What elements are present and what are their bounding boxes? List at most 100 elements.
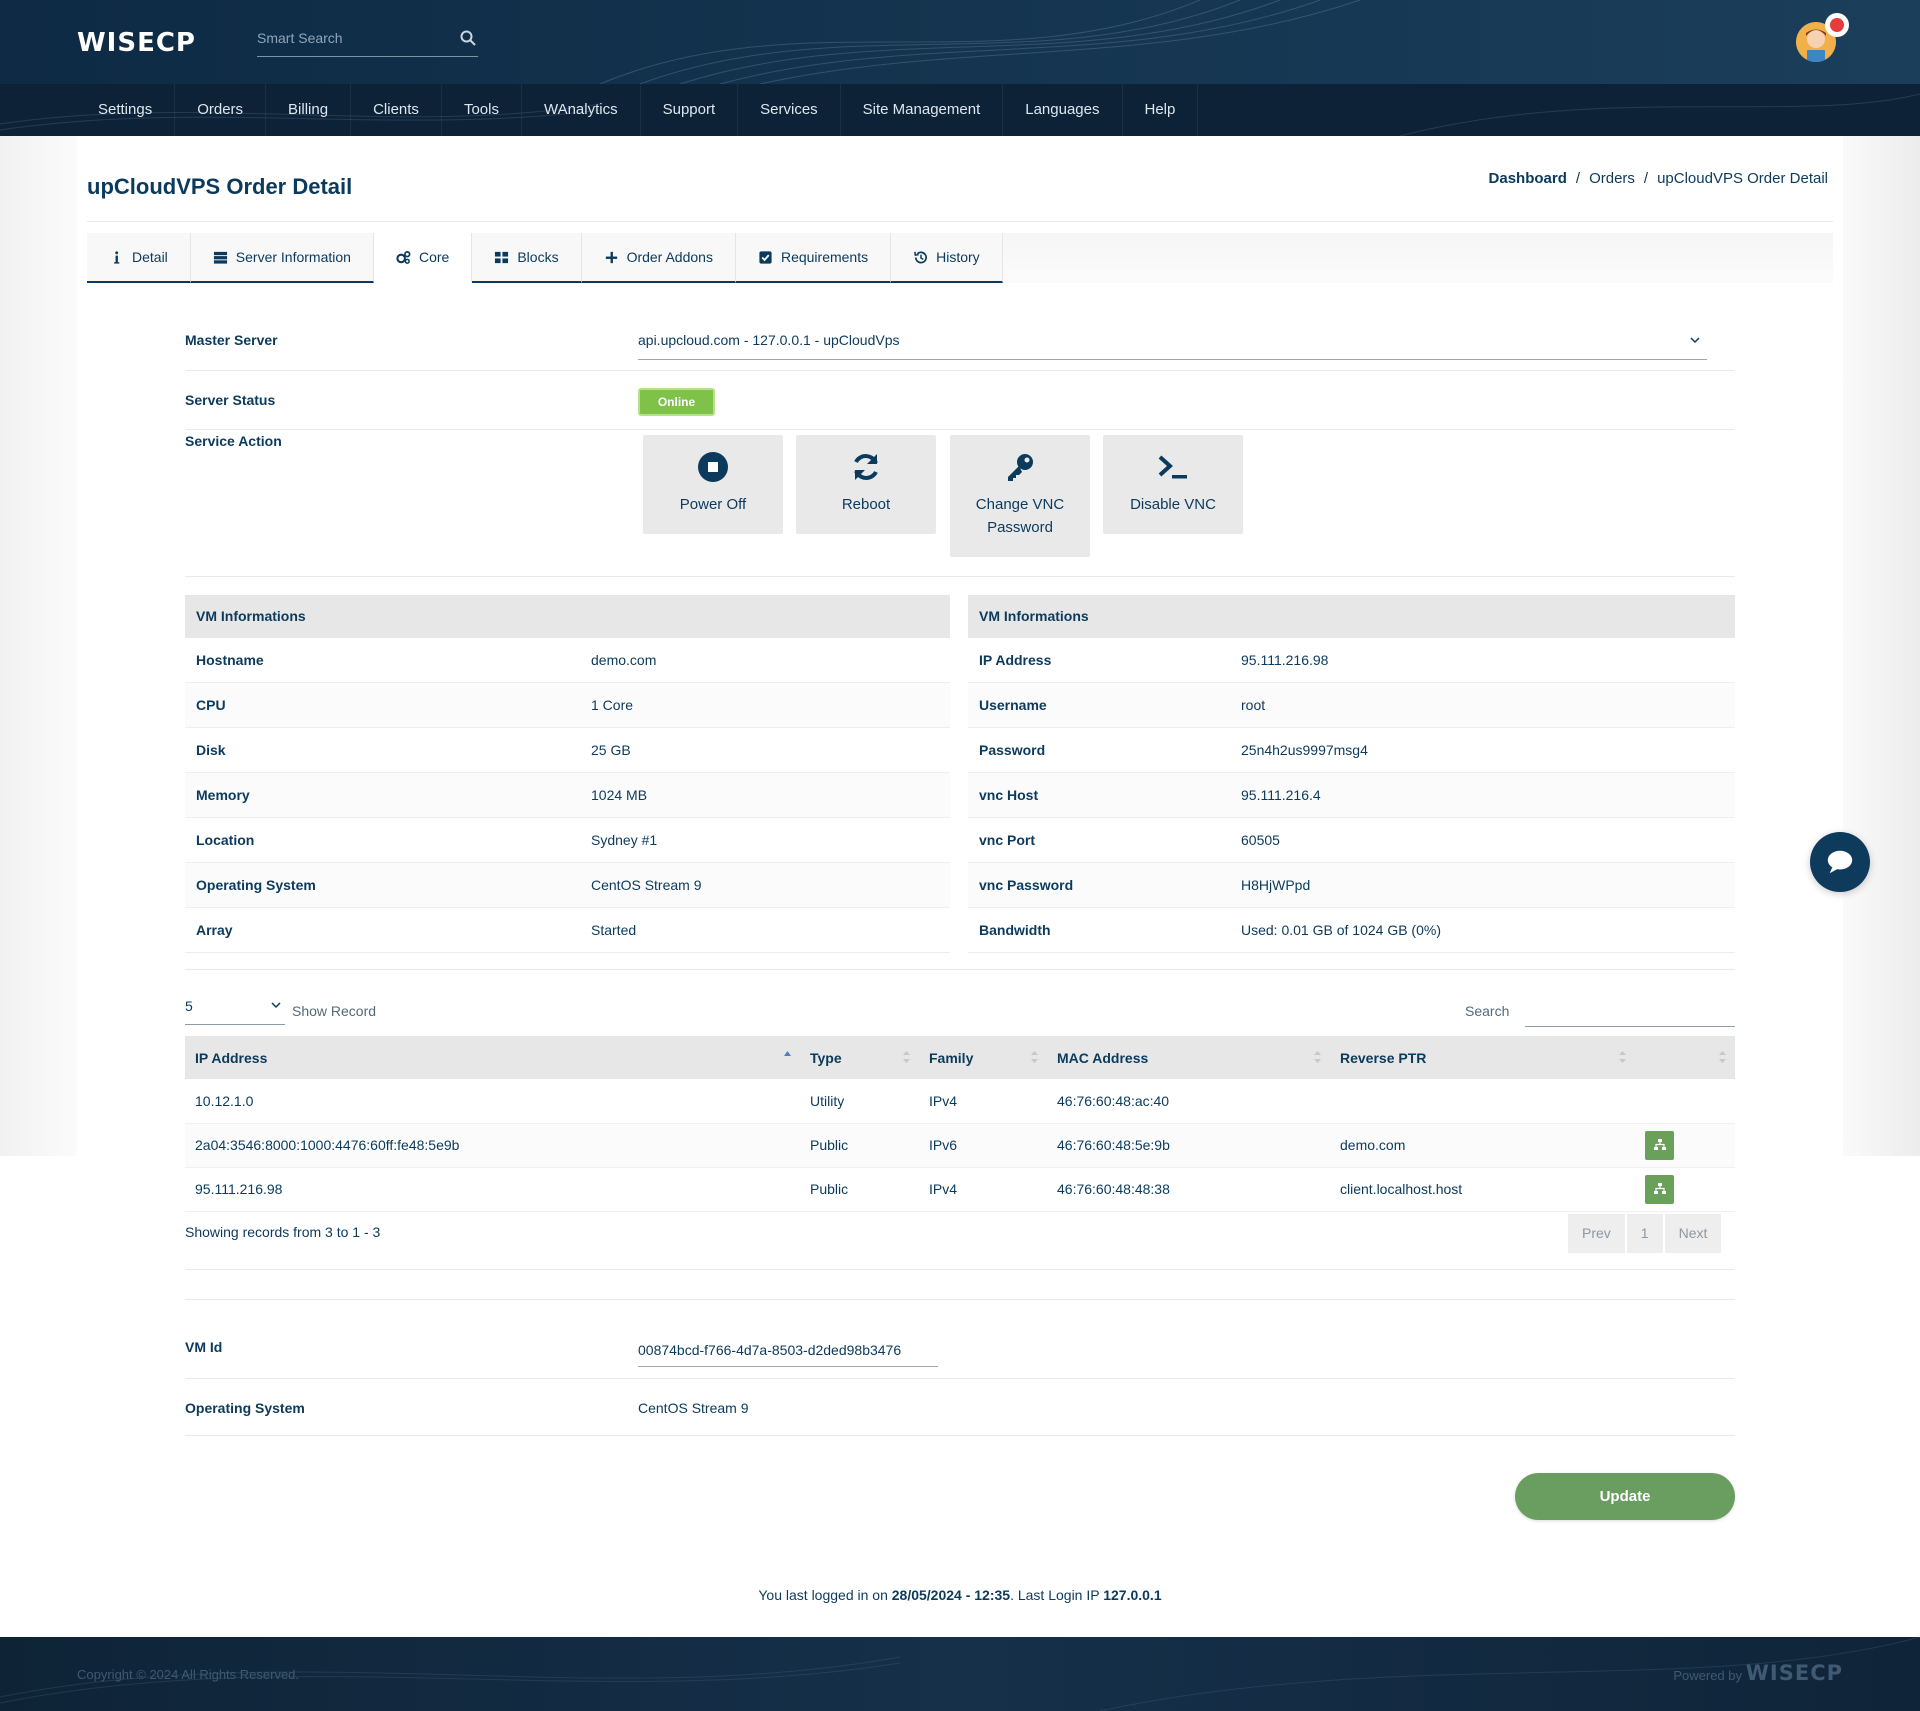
disable-vnc-button[interactable]: Disable VNC <box>1103 435 1243 534</box>
edit-ptr-button[interactable] <box>1645 1130 1674 1160</box>
wisecp-logo[interactable]: WISECP <box>77 28 196 58</box>
tab-core[interactable]: Core <box>373 233 473 283</box>
sort-asc-icon <box>784 1051 791 1056</box>
tab-history[interactable]: History <box>891 233 1003 283</box>
nav-clients[interactable]: Clients <box>351 84 442 136</box>
vm-info-key: Memory <box>196 787 250 803</box>
update-button[interactable]: Update <box>1515 1473 1735 1520</box>
reboot-button[interactable]: Reboot <box>796 435 936 534</box>
breadcrumb-separator: / <box>1575 170 1581 187</box>
vm-info-value: 1 Core <box>591 697 634 713</box>
tab-label: Order Addons <box>626 249 713 265</box>
vm-info-key: Password <box>979 742 1046 758</box>
last-login-ip: 127.0.0.1 <box>1103 1587 1162 1603</box>
main-nav: Settings Orders Billing Clients Tools WA… <box>0 84 1920 136</box>
nav-settings[interactable]: Settings <box>76 84 176 136</box>
page-title: upCloudVPS Order Detail <box>87 174 353 199</box>
chat-bubble-icon <box>1827 850 1853 874</box>
column-reverse-ptr[interactable]: Reverse PTR <box>1330 1036 1635 1079</box>
pagination-prev[interactable]: Prev <box>1568 1214 1625 1253</box>
chevron-down-icon <box>1690 337 1700 344</box>
sort-icon <box>1031 1051 1038 1063</box>
page-size-select[interactable]: 5 <box>185 994 285 1025</box>
footer-wisecp-logo[interactable]: WISECP <box>1746 1661 1843 1685</box>
column-type[interactable]: Type <box>800 1036 919 1079</box>
change-vnc-password-label: Change VNC Password <box>975 496 1065 536</box>
nav-services[interactable]: Services <box>738 84 841 136</box>
vm-info-row: vnc Port 60505 <box>968 818 1735 863</box>
reboot-label: Reboot <box>841 496 891 513</box>
column-mac-address[interactable]: MAC Address <box>1047 1036 1330 1079</box>
sort-icon <box>1719 1051 1726 1063</box>
column-label: Type <box>810 1049 842 1066</box>
vm-info-value: Sydney #1 <box>591 832 658 848</box>
tab-label: Detail <box>132 249 168 265</box>
chat-button[interactable] <box>1810 832 1870 892</box>
pagination: Prev 1 Next <box>1568 1214 1722 1253</box>
table-row: 2a04:3546:8000:1000:4476:60ff:fe48:5e9b … <box>185 1123 1735 1168</box>
sort-icon <box>1619 1051 1626 1063</box>
pagination-next[interactable]: Next <box>1664 1214 1722 1253</box>
column-label: IP Address <box>195 1049 268 1066</box>
column-ip-address[interactable]: IP Address <box>185 1036 800 1079</box>
row-divider <box>185 1378 1735 1379</box>
breadcrumb-dashboard[interactable]: Dashboard <box>1489 170 1567 187</box>
blocks-icon <box>495 251 509 263</box>
vm-info-value: 60505 <box>1241 832 1280 848</box>
vm-info-row: Disk 25 GB <box>185 728 950 773</box>
nav-help[interactable]: Help <box>1123 84 1199 136</box>
info-icon <box>114 250 120 264</box>
last-login-date: 28/05/2024 - 12:35 <box>891 1587 1011 1603</box>
vm-info-title: VM Informations <box>185 595 950 638</box>
column-family[interactable]: Family <box>919 1036 1047 1079</box>
last-login-middle: . Last Login IP <box>1010 1587 1104 1603</box>
cell-type: Public <box>800 1123 919 1168</box>
pagination-page-1[interactable]: 1 <box>1626 1214 1663 1253</box>
nav-orders[interactable]: Orders <box>175 84 267 136</box>
nav-tools[interactable]: Tools <box>442 84 522 136</box>
nav-wanalytics[interactable]: WAnalytics <box>522 84 641 136</box>
edit-ptr-button[interactable] <box>1645 1174 1674 1204</box>
page-size-value: 5 <box>185 998 193 1014</box>
search-icon[interactable] <box>460 30 476 46</box>
show-record-label: Show Record <box>292 1003 377 1019</box>
vm-info-key: Location <box>196 832 255 848</box>
sitemap-icon <box>1653 1139 1666 1150</box>
tab-server-information[interactable]: Server Information <box>190 233 374 283</box>
vm-info-key: Hostname <box>196 652 264 668</box>
notification-bell-icon[interactable] <box>1825 13 1849 37</box>
nav-languages[interactable]: Languages <box>1003 84 1123 136</box>
tab-label: Requirements <box>780 249 869 265</box>
master-server-select[interactable]: api.upcloud.com - 127.0.0.1 - upCloudVps <box>638 326 1707 360</box>
vm-info-row: Password 25n4h2us9997msg4 <box>968 728 1735 773</box>
vm-info-row: IP Address 95.111.216.98 <box>968 638 1735 683</box>
vm-info-row: Location Sydney #1 <box>185 818 950 863</box>
vm-info-title: VM Informations <box>968 595 1735 638</box>
nav-site-management[interactable]: Site Management <box>841 84 1004 136</box>
operating-system-label: Operating System <box>185 1400 305 1416</box>
vm-info-value: 95.111.216.4 <box>1241 787 1321 803</box>
cell-ip: 10.12.1.0 <box>185 1079 800 1124</box>
table-search-input[interactable] <box>1525 996 1735 1027</box>
column-actions[interactable] <box>1635 1036 1735 1079</box>
vm-info-key: CPU <box>196 697 226 713</box>
tab-order-addons[interactable]: Order Addons <box>581 233 736 283</box>
vm-id-label: VM Id <box>185 1339 223 1355</box>
vm-info-key: vnc Port <box>979 832 1036 848</box>
nav-billing[interactable]: Billing <box>266 84 352 136</box>
vm-id-input[interactable] <box>638 1333 938 1367</box>
smart-search-input[interactable] <box>257 24 447 52</box>
breadcrumb-separator: / <box>1643 170 1649 187</box>
tab-requirements[interactable]: Requirements <box>735 233 892 283</box>
last-login-prefix: You last logged in on <box>758 1587 892 1603</box>
table-row: 10.12.1.0 Utility IPv4 46:76:60:48:ac:40 <box>185 1079 1735 1124</box>
nav-support[interactable]: Support <box>641 84 739 136</box>
power-off-button[interactable]: Power Off <box>643 435 783 534</box>
change-vnc-password-button[interactable]: Change VNC Password <box>950 435 1090 557</box>
column-label: Family <box>929 1049 974 1066</box>
tab-label: Server Information <box>235 249 351 265</box>
tab-blocks[interactable]: Blocks <box>472 233 582 283</box>
breadcrumb-orders[interactable]: Orders <box>1589 170 1635 187</box>
vm-info-row: vnc Password H8HjWPpd <box>968 863 1735 908</box>
tab-detail[interactable]: Detail <box>87 233 191 283</box>
